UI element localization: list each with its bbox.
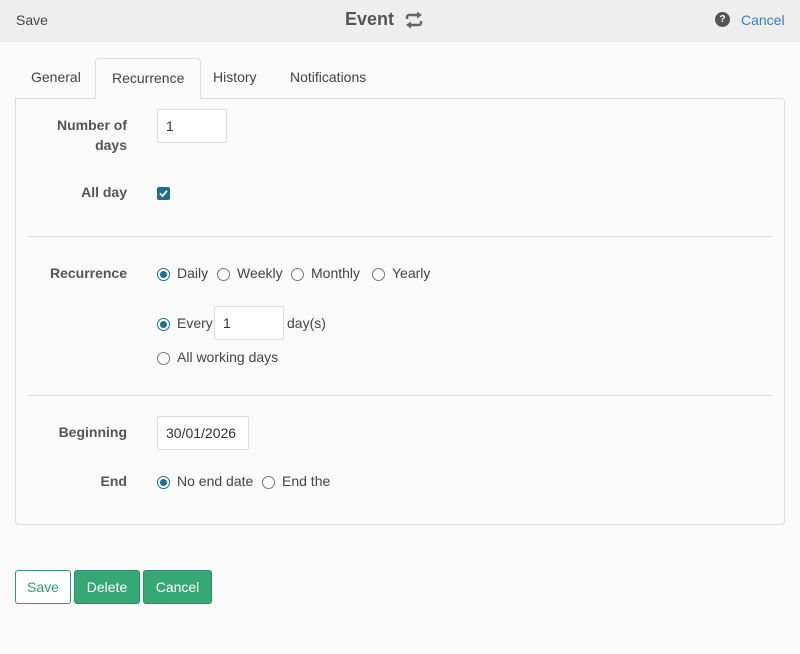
radio-end-the-label[interactable]: End the (282, 471, 330, 491)
every-days-input[interactable] (214, 306, 284, 340)
page-title: Event (345, 9, 424, 30)
number-of-days-label-line2: days (95, 137, 127, 153)
radio-all-working-days[interactable] (157, 352, 170, 365)
question-circle-icon[interactable]: ? (715, 12, 730, 27)
tab-recurrence[interactable]: Recurrence (95, 58, 202, 99)
all-day-label: All day (81, 184, 127, 200)
divider (28, 236, 772, 237)
radio-yearly-label[interactable]: Yearly (392, 263, 430, 283)
radio-monthly-label[interactable]: Monthly (311, 263, 360, 283)
all-day-checkbox[interactable] (157, 187, 170, 200)
page-title-text: Event (345, 9, 395, 29)
beginning-label: Beginning (58, 424, 127, 440)
recurrence-label: Recurrence (49, 265, 127, 281)
radio-weekly-label[interactable]: Weekly (237, 263, 283, 283)
beginning-date-input[interactable] (157, 416, 249, 450)
radio-monthly[interactable] (291, 268, 304, 281)
radio-all-working-days-label[interactable]: All working days (177, 347, 278, 367)
radio-daily-label[interactable]: Daily (177, 263, 208, 283)
header-cancel-button[interactable]: Cancel (741, 12, 785, 28)
checkmark-icon (159, 190, 168, 198)
every-unit-label: day(s) (287, 315, 326, 331)
number-of-days-label-line1: Number of (57, 117, 127, 133)
radio-weekly[interactable] (217, 268, 230, 281)
number-of-days-input[interactable] (157, 109, 227, 143)
radio-end-the[interactable] (262, 476, 275, 489)
top-bar: Save Event ? Cancel (0, 0, 800, 42)
radio-daily[interactable] (157, 268, 170, 281)
cancel-button[interactable]: Cancel (143, 570, 212, 604)
delete-button[interactable]: Delete (74, 570, 140, 604)
recurrence-panel (15, 98, 785, 525)
radio-every[interactable] (157, 318, 170, 331)
end-label: End (100, 473, 127, 489)
tab-general[interactable]: General (15, 58, 97, 99)
radio-no-end-date-label[interactable]: No end date (177, 471, 253, 491)
tab-notifications[interactable]: Notifications (274, 58, 382, 99)
tab-history[interactable]: History (197, 58, 273, 99)
radio-no-end-date[interactable] (157, 476, 170, 489)
save-button[interactable]: Save (15, 570, 71, 604)
number-of-days-label: Number of days (57, 115, 127, 155)
divider (28, 395, 772, 396)
radio-yearly[interactable] (372, 268, 385, 281)
header-save-button[interactable]: Save (16, 12, 48, 28)
radio-every-label[interactable]: Every (177, 313, 213, 333)
recurrence-icon (405, 11, 423, 28)
